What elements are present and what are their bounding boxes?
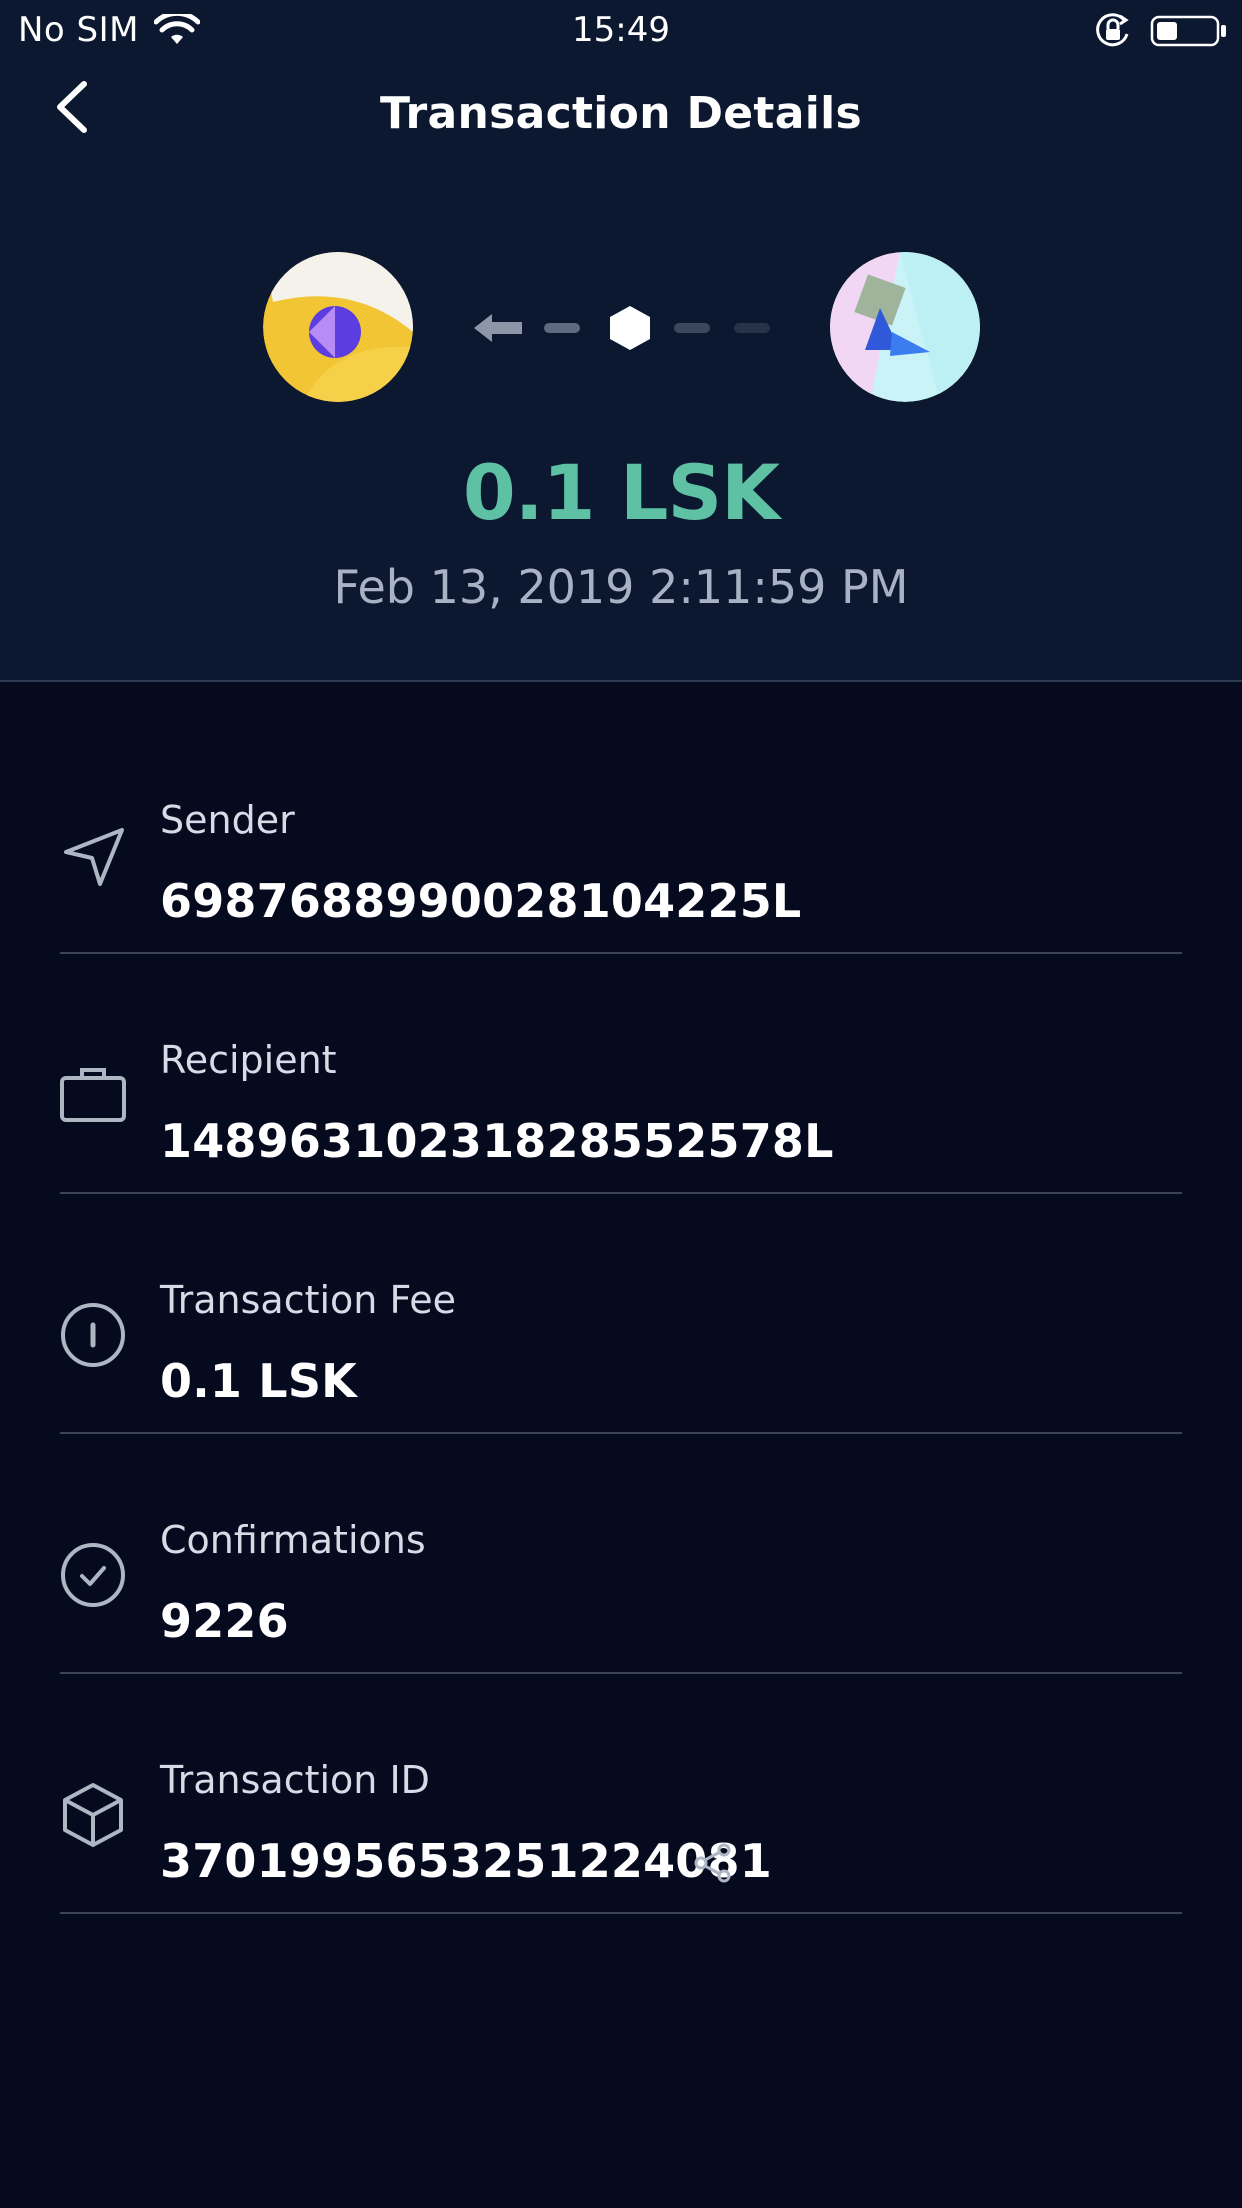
transaction-date: Feb 13, 2019 2:11:59 PM (333, 560, 909, 614)
transaction-amount: 0.1 LSK (462, 448, 780, 537)
detail-row-transaction-id: Transaction ID 3701995653251224081 (60, 1674, 1182, 1914)
recipient-avatar[interactable] (830, 252, 980, 402)
rotation-lock-icon (1096, 13, 1129, 47)
sender-address[interactable]: 6987688990028104225L (160, 874, 801, 928)
check-circle-icon (61, 1543, 125, 1607)
transaction-id-value[interactable]: 3701995653251224081 (160, 1834, 772, 1888)
clock: 15:49 (572, 10, 670, 50)
recipient-address[interactable]: 14896310231828552578L (160, 1114, 834, 1168)
share-icon[interactable] (692, 1842, 734, 1884)
detail-row-fee: Transaction Fee 0.1 LSK (60, 1194, 1182, 1434)
fee-label: Transaction Fee (160, 1278, 457, 1322)
detail-row-confirmations: Confirmations 9226 (60, 1434, 1182, 1674)
briefcase-icon (60, 1068, 126, 1122)
transaction-header: No SIM 15:49 Transaction Details 0.1 LSK… (0, 0, 1242, 682)
confirmations-value: 9226 (160, 1594, 289, 1648)
send-icon (64, 828, 124, 886)
sender-avatar[interactable] (263, 252, 413, 402)
fee-value: 0.1 LSK (160, 1354, 357, 1408)
block-hexagon-icon (610, 306, 650, 350)
battery-icon (1150, 15, 1226, 47)
detail-row-sender: Sender 6987688990028104225L (60, 714, 1182, 954)
transaction-id-label: Transaction ID (160, 1758, 430, 1802)
recipient-label: Recipient (160, 1038, 337, 1082)
confirmations-label: Confirmations (160, 1518, 426, 1562)
sender-label: Sender (160, 798, 295, 842)
detail-row-recipient: Recipient 14896310231828552578L (60, 954, 1182, 1194)
transfer-direction-indicator (474, 306, 770, 350)
arrow-left-icon (474, 314, 522, 342)
cube-icon (63, 1783, 123, 1847)
coin-icon (61, 1303, 125, 1367)
page-title: Transaction Details (380, 88, 862, 139)
status-bar: No SIM 15:49 (0, 0, 1242, 62)
